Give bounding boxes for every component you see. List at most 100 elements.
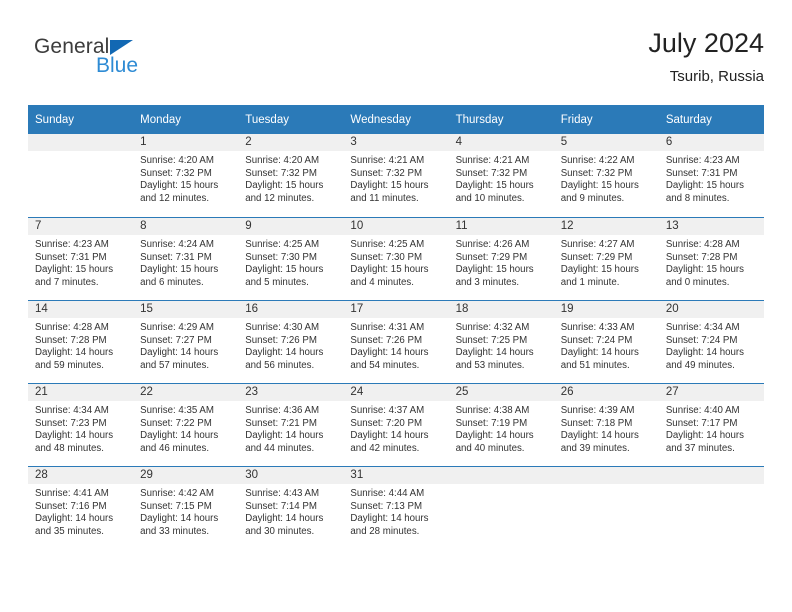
day-number: 6: [658, 134, 764, 151]
day-number: 17: [343, 301, 449, 318]
daylight-text-line2: and 57 minutes.: [140, 359, 210, 371]
day-details: Sunrise: 4:20 AM Sunset: 7:32 PM Daylight:…: [133, 151, 238, 205]
sunset-text: Sunset: 7:29 PM: [455, 251, 528, 263]
day-details: Sunrise: 4:44 AM Sunset: 7:13 PM Daylight:…: [343, 484, 448, 538]
calendar-day-cell[interactable]: 16 Sunrise: 4:30 AM Sunset: 7:26 PM Dayligh…: [238, 300, 344, 383]
sunrise-text: Sunrise: 4:25 AM: [245, 239, 320, 250]
calendar-day-cell[interactable]: 11 Sunrise: 4:26 AM Sunset: 7:29 PM Dayligh…: [448, 217, 554, 300]
sunrise-text: Sunrise: 4:38 AM: [455, 405, 530, 416]
sunrise-text: Sunrise: 4:23 AM: [35, 239, 109, 250]
day-details: [449, 484, 554, 488]
calendar-day-cell: [28, 134, 134, 217]
sunrise-text: Sunrise: 4:20 AM: [245, 155, 320, 166]
daylight-text-line2: and 28 minutes.: [350, 525, 420, 537]
day-number: 3: [343, 134, 449, 151]
daylight-text-line1: Daylight: 14 hours: [245, 430, 324, 442]
sunrise-text: Sunrise: 4:21 AM: [350, 155, 425, 166]
daylight-text-line1: Daylight: 15 hours: [140, 264, 219, 276]
calendar-day-cell[interactable]: 31 Sunrise: 4:44 AM Sunset: 7:13 PM Dayligh…: [343, 466, 449, 549]
calendar-day-cell[interactable]: 1 Sunrise: 4:20 AM Sunset: 7:32 PM Daylight…: [133, 134, 239, 217]
calendar-day-cell[interactable]: 4 Sunrise: 4:21 AM Sunset: 7:32 PM Daylight…: [448, 134, 554, 217]
calendar-day-cell[interactable]: 12 Sunrise: 4:27 AM Sunset: 7:29 PM Dayligh…: [553, 217, 659, 300]
calendar-day-cell[interactable]: 7 Sunrise: 4:23 AM Sunset: 7:31 PM Daylight…: [28, 217, 134, 300]
daylight-text-line1: Daylight: 14 hours: [245, 513, 324, 525]
weekday-header-saturday: Saturday: [658, 105, 764, 134]
daylight-text-line1: Daylight: 14 hours: [560, 347, 639, 359]
day-number: 1: [133, 134, 239, 151]
calendar-day-cell[interactable]: 25 Sunrise: 4:38 AM Sunset: 7:19 PM Dayligh…: [448, 383, 554, 466]
calendar-day-cell[interactable]: 18 Sunrise: 4:32 AM Sunset: 7:25 PM Dayligh…: [448, 300, 554, 383]
daylight-text-line2: and 1 minute.: [560, 276, 620, 288]
sunset-text: Sunset: 7:26 PM: [245, 334, 317, 346]
daylight-text-line1: Daylight: 15 hours: [245, 180, 324, 192]
sunset-text: Sunset: 7:15 PM: [140, 500, 212, 512]
day-number: 16: [238, 301, 344, 318]
calendar-day-cell[interactable]: 3 Sunrise: 4:21 AM Sunset: 7:32 PM Daylight…: [343, 134, 449, 217]
sunset-text: Sunset: 7:32 PM: [245, 167, 317, 179]
calendar-day-cell[interactable]: 8 Sunrise: 4:24 AM Sunset: 7:31 PM Daylight…: [133, 217, 239, 300]
daylight-text-line1: Daylight: 14 hours: [35, 430, 114, 442]
sunset-text: Sunset: 7:30 PM: [245, 251, 317, 263]
calendar-day-cell[interactable]: 19 Sunrise: 4:33 AM Sunset: 7:24 PM Dayligh…: [553, 300, 659, 383]
calendar-day-cell: [658, 466, 764, 549]
calendar-week-row: 7 Sunrise: 4:23 AM Sunset: 7:31 PM Daylight…: [28, 217, 764, 300]
sunrise-text: Sunrise: 4:40 AM: [665, 405, 740, 416]
general-blue-logo: General Blue: [34, 36, 214, 92]
daylight-text-line2: and 46 minutes.: [140, 442, 210, 454]
day-details: Sunrise: 4:22 AM Sunset: 7:32 PM Daylight:…: [554, 151, 659, 205]
day-number: 28: [28, 467, 134, 484]
sunrise-text: Sunrise: 4:30 AM: [245, 322, 320, 333]
daylight-text-line1: Daylight: 14 hours: [350, 430, 429, 442]
daylight-text-line2: and 30 minutes.: [245, 525, 315, 537]
calendar-day-cell[interactable]: 27 Sunrise: 4:40 AM Sunset: 7:17 PM Dayligh…: [658, 383, 764, 466]
day-number: 5: [553, 134, 659, 151]
sunrise-text: Sunrise: 4:28 AM: [35, 322, 109, 333]
day-details: Sunrise: 4:28 AM Sunset: 7:28 PM Daylight:…: [659, 235, 764, 289]
sunset-text: Sunset: 7:30 PM: [350, 251, 423, 263]
calendar-day-cell[interactable]: 21 Sunrise: 4:34 AM Sunset: 7:23 PM Dayligh…: [28, 383, 134, 466]
calendar-day-cell[interactable]: 2 Sunrise: 4:20 AM Sunset: 7:32 PM Daylight…: [238, 134, 344, 217]
sunset-text: Sunset: 7:24 PM: [560, 334, 633, 346]
calendar-day-cell[interactable]: 24 Sunrise: 4:37 AM Sunset: 7:20 PM Dayligh…: [343, 383, 449, 466]
day-number: 12: [553, 218, 659, 235]
day-details: Sunrise: 4:41 AM Sunset: 7:16 PM Daylight:…: [28, 484, 133, 538]
calendar-day-cell[interactable]: 13 Sunrise: 4:28 AM Sunset: 7:28 PM Dayligh…: [658, 217, 764, 300]
calendar-day-cell[interactable]: 29 Sunrise: 4:42 AM Sunset: 7:15 PM Dayligh…: [133, 466, 239, 549]
page-title: July 2024: [648, 28, 764, 58]
sunset-text: Sunset: 7:25 PM: [455, 334, 528, 346]
calendar-day-cell: [448, 466, 554, 549]
sunset-text: Sunset: 7:27 PM: [140, 334, 212, 346]
weekday-header-tuesday: Tuesday: [238, 105, 344, 134]
weekday-header-monday: Monday: [133, 105, 239, 134]
calendar-day-cell[interactable]: 14 Sunrise: 4:28 AM Sunset: 7:28 PM Dayligh…: [28, 300, 134, 383]
daylight-text-line1: Daylight: 14 hours: [140, 430, 219, 442]
calendar-day-cell[interactable]: 23 Sunrise: 4:36 AM Sunset: 7:21 PM Dayligh…: [238, 383, 344, 466]
calendar-day-cell[interactable]: 17 Sunrise: 4:31 AM Sunset: 7:26 PM Dayligh…: [343, 300, 449, 383]
day-details: [28, 151, 133, 155]
weekday-header-thursday: Thursday: [448, 105, 554, 134]
day-number: 18: [448, 301, 554, 318]
daylight-text-line1: Daylight: 15 hours: [350, 180, 429, 192]
calendar-day-cell[interactable]: 5 Sunrise: 4:22 AM Sunset: 7:32 PM Daylight…: [553, 134, 659, 217]
weekday-header-sunday: Sunday: [28, 105, 134, 134]
calendar-day-cell[interactable]: 22 Sunrise: 4:35 AM Sunset: 7:22 PM Dayligh…: [133, 383, 239, 466]
calendar-day-cell[interactable]: 10 Sunrise: 4:25 AM Sunset: 7:30 PM Dayligh…: [343, 217, 449, 300]
day-number: 8: [133, 218, 239, 235]
calendar-day-cell[interactable]: 15 Sunrise: 4:29 AM Sunset: 7:27 PM Dayligh…: [133, 300, 239, 383]
calendar-day-cell[interactable]: 20 Sunrise: 4:34 AM Sunset: 7:24 PM Dayligh…: [658, 300, 764, 383]
page-header: General Blue July 2024 Tsurib, Russia: [28, 26, 764, 96]
calendar-day-cell[interactable]: 6 Sunrise: 4:23 AM Sunset: 7:31 PM Daylight…: [658, 134, 764, 217]
daylight-text-line2: and 5 minutes.: [245, 276, 309, 288]
calendar-day-cell[interactable]: 9 Sunrise: 4:25 AM Sunset: 7:30 PM Daylight…: [238, 217, 344, 300]
daylight-text-line1: Daylight: 14 hours: [560, 430, 639, 442]
calendar-page: General Blue July 2024 Tsurib, Russia Su…: [0, 0, 792, 612]
daylight-text-line1: Daylight: 14 hours: [35, 347, 114, 359]
calendar-day-cell[interactable]: 30 Sunrise: 4:43 AM Sunset: 7:14 PM Dayligh…: [238, 466, 344, 549]
day-number: 7: [28, 218, 134, 235]
logo-text-blue: Blue: [96, 54, 139, 77]
sunset-text: Sunset: 7:28 PM: [35, 334, 107, 346]
calendar-day-cell[interactable]: 28 Sunrise: 4:41 AM Sunset: 7:16 PM Dayligh…: [28, 466, 134, 549]
daylight-text-line2: and 9 minutes.: [560, 192, 625, 204]
day-number: 31: [343, 467, 449, 484]
calendar-day-cell[interactable]: 26 Sunrise: 4:39 AM Sunset: 7:18 PM Dayligh…: [553, 383, 659, 466]
